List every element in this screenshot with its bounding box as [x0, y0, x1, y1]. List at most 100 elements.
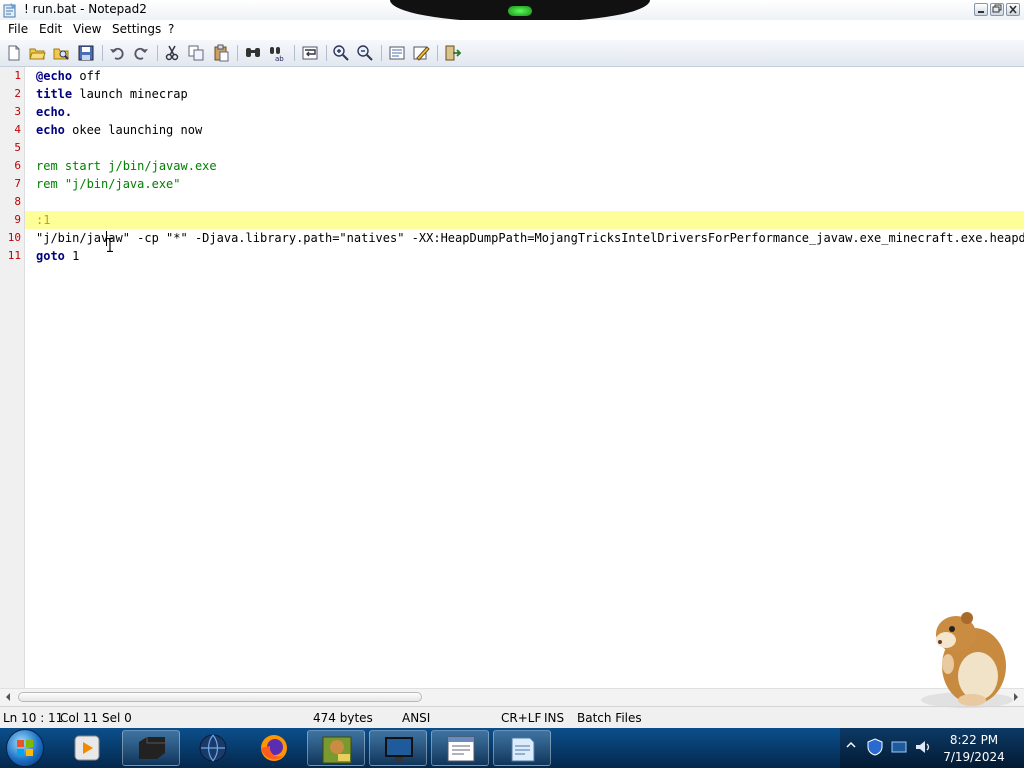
line-number: 7: [14, 177, 21, 190]
code-text: 1: [64, 249, 80, 263]
customize-scheme-icon[interactable]: [412, 44, 430, 62]
replace-icon[interactable]: ab: [268, 44, 286, 62]
find-icon[interactable]: [244, 44, 262, 62]
taskbar-monitor[interactable]: [369, 730, 427, 766]
window-title: ! run.bat - Notepad2: [24, 2, 147, 16]
code-comment: rem "j/bin/java.exe": [36, 177, 181, 191]
firefox-icon: [261, 735, 287, 761]
toolbar-separator: [237, 45, 238, 61]
code-text: "j/bin/javaw" -cp "*" -Djava.library.pat…: [36, 231, 1024, 245]
line-number: 1: [14, 69, 21, 82]
browse-icon[interactable]: [52, 44, 70, 62]
paste-icon[interactable]: [212, 44, 230, 62]
code-line: rem start j/bin/javaw.exe: [36, 157, 217, 175]
notepad2-app-icon: [3, 3, 16, 18]
word-wrap-icon[interactable]: [301, 44, 319, 62]
status-insert-mode[interactable]: INS: [544, 711, 564, 725]
scroll-left-arrow-icon[interactable]: [4, 692, 12, 702]
save-icon[interactable]: [77, 44, 95, 62]
toolbar-separator: [437, 45, 438, 61]
redo-icon[interactable]: [132, 44, 150, 62]
menu-file[interactable]: File: [6, 22, 30, 36]
cut-icon[interactable]: [163, 44, 181, 62]
restore-icon: [992, 4, 1002, 13]
media-player-icon: [74, 735, 100, 761]
taskbar-notepad-document[interactable]: [431, 730, 489, 766]
exit-icon[interactable]: [444, 44, 462, 62]
line-number-gutter: 1 2 3 4 5 6 7 8 9 10 11: [0, 67, 25, 688]
start-button[interactable]: [6, 729, 44, 767]
line-number: 2: [14, 87, 21, 100]
code-line: goto 1: [36, 247, 79, 265]
minimize-icon: [978, 11, 984, 13]
line-number: 5: [14, 141, 21, 154]
code-line: echo okee launching now: [36, 121, 202, 139]
current-line-highlight: [25, 211, 1024, 229]
code-label: :1: [36, 213, 51, 227]
zoom-in-icon[interactable]: [332, 44, 350, 62]
code-text: launch minecrap: [72, 87, 188, 101]
taskbar-network-globe[interactable]: [184, 730, 242, 766]
hamster-desktop-pet-icon[interactable]: [912, 604, 1022, 712]
status-line-col: Ln 10 : 11: [3, 711, 64, 725]
open-folder-icon[interactable]: [28, 44, 46, 62]
menu-bar: File Edit View Settings ?: [0, 20, 1024, 40]
security-shield-icon[interactable]: [866, 738, 884, 756]
code-line: title launch minecrap: [36, 85, 188, 103]
editor-area[interactable]: 1 2 3 4 5 6 7 8 9 10 11 @echo off title launch mine…: [0, 67, 1024, 688]
title-bar[interactable]: ! run.bat - Notepad2: [0, 0, 1024, 22]
windows-logo-icon: [17, 740, 33, 756]
code-keyword: echo.: [36, 105, 73, 119]
scheme-icon[interactable]: [388, 44, 406, 62]
volume-icon[interactable]: [914, 738, 932, 756]
taskbar-hamster-box[interactable]: [307, 730, 365, 766]
line-number: 4: [14, 123, 21, 136]
status-column: Col 11: [60, 711, 99, 725]
code-keyword: goto: [36, 249, 65, 263]
status-selection: Sel 0: [102, 711, 132, 725]
restore-button[interactable]: [990, 3, 1004, 16]
zoom-out-icon[interactable]: [356, 44, 374, 62]
line-number: 6: [14, 159, 21, 172]
svg-text:ab: ab: [275, 55, 284, 62]
status-syntax-scheme[interactable]: Batch Files: [577, 711, 642, 725]
status-encoding[interactable]: ANSI: [402, 711, 430, 725]
menu-help[interactable]: ?: [166, 22, 176, 36]
line-number: 9: [14, 213, 21, 226]
clock-time[interactable]: 8:22 PM: [942, 733, 1006, 747]
taskbar-console[interactable]: [122, 730, 180, 766]
clock-date[interactable]: 7/19/2024: [942, 750, 1006, 764]
menu-view[interactable]: View: [71, 22, 103, 36]
network-icon[interactable]: [890, 738, 908, 756]
line-number: 11: [7, 249, 21, 262]
taskbar-media-player[interactable]: [58, 730, 116, 766]
console-icon: [139, 737, 165, 759]
show-hidden-icons-icon[interactable]: [846, 740, 856, 750]
menu-edit[interactable]: Edit: [37, 22, 64, 36]
status-line-endings[interactable]: CR+LF: [501, 711, 541, 725]
new-file-icon[interactable]: [5, 44, 23, 62]
taskbar-notepad2[interactable]: [493, 730, 551, 766]
document-icon: [447, 736, 475, 762]
horizontal-scrollbar[interactable]: [0, 688, 1024, 706]
code-keyword: title: [36, 87, 73, 101]
minimize-button[interactable]: [974, 3, 988, 16]
scrollbar-thumb[interactable]: [18, 692, 422, 702]
status-bar: Ln 10 : 11 Col 11 Sel 0 474 bytes ANSI C…: [0, 706, 1024, 729]
undo-icon[interactable]: [108, 44, 126, 62]
code-comment: rem start j/bin/javaw.exe: [36, 159, 217, 173]
toolbar-separator: [381, 45, 382, 61]
code-keyword: echo: [36, 123, 65, 137]
close-icon: [1009, 5, 1017, 14]
status-file-size: 474 bytes: [313, 711, 373, 725]
copy-icon[interactable]: [187, 44, 205, 62]
close-button[interactable]: [1006, 3, 1020, 16]
hamster-box-icon: [322, 736, 352, 764]
toolbar-separator: [102, 45, 103, 61]
code-line: echo.: [36, 103, 72, 121]
line-number: 10: [7, 231, 21, 244]
code-line: :1: [36, 211, 50, 229]
taskbar-firefox[interactable]: [245, 730, 303, 766]
line-number: 3: [14, 105, 21, 118]
menu-settings[interactable]: Settings: [110, 22, 163, 36]
